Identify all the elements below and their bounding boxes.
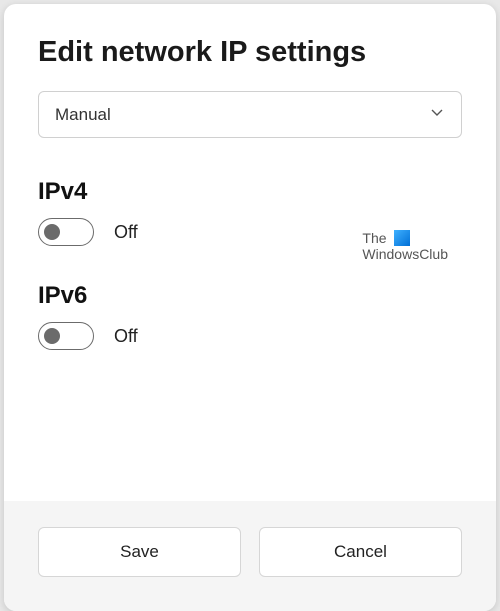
dialog-title: Edit network IP settings: [38, 36, 462, 69]
ipv4-state-label: Off: [114, 222, 138, 243]
watermark-square-icon: [394, 230, 410, 246]
dialog-footer: Save Cancel: [4, 501, 496, 611]
ipv6-toggle-row: Off: [38, 322, 462, 350]
dialog-content: Edit network IP settings Manual IPv4 Off…: [4, 4, 496, 501]
ip-mode-select[interactable]: Manual: [38, 91, 462, 138]
ipv4-label: IPv4: [38, 178, 462, 206]
ip-settings-dialog: Edit network IP settings Manual IPv4 Off…: [4, 4, 496, 611]
ipv6-toggle[interactable]: [38, 322, 94, 350]
ipv4-toggle[interactable]: [38, 218, 94, 246]
cancel-button[interactable]: Cancel: [259, 527, 462, 577]
save-button[interactable]: Save: [38, 527, 241, 577]
watermark: The WindowsClub: [362, 230, 448, 262]
chevron-down-icon: [429, 104, 445, 125]
watermark-line1: The: [362, 230, 386, 246]
watermark-line2: WindowsClub: [362, 246, 448, 262]
ipv6-label: IPv6: [38, 282, 462, 310]
ip-mode-value: Manual: [55, 105, 111, 125]
ipv6-state-label: Off: [114, 326, 138, 347]
